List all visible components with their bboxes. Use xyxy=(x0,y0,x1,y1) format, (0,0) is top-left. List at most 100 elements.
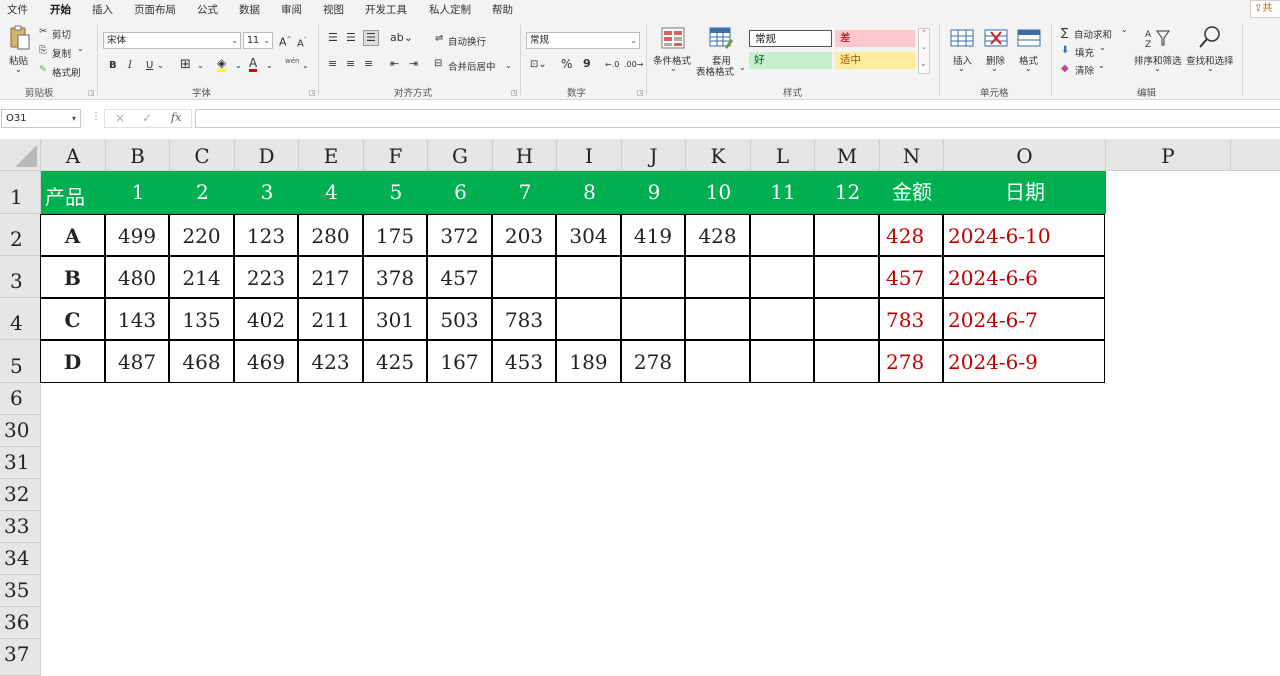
cell-f4[interactable]: 301 xyxy=(363,298,427,340)
delete-cells-icon[interactable] xyxy=(984,27,1008,49)
column-header-o[interactable]: O xyxy=(944,139,1106,171)
font-launcher-icon[interactable]: ◳ xyxy=(309,89,316,97)
header-cell-g[interactable]: 6 xyxy=(428,171,493,214)
column-header-b[interactable]: B xyxy=(106,139,170,171)
column-header-e[interactable]: E xyxy=(299,139,364,171)
cell-b4[interactable]: 143 xyxy=(105,298,169,340)
orientation-icon[interactable]: ab⌄ xyxy=(390,31,413,45)
fill-icon[interactable]: ⬇ xyxy=(1061,44,1069,58)
tab-data[interactable]: 数据 xyxy=(239,2,260,17)
row-header-36[interactable]: 36 xyxy=(0,607,41,639)
style-neutral[interactable]: 适中 xyxy=(835,52,915,69)
format-cells-icon[interactable] xyxy=(1017,27,1041,49)
cell-e4[interactable]: 211 xyxy=(298,298,363,340)
style-good[interactable]: 好 xyxy=(749,52,832,69)
font-color-icon[interactable]: A xyxy=(249,57,258,72)
autosum-button[interactable]: 自动求和 xyxy=(1074,27,1112,41)
cell-n3[interactable]: 457 xyxy=(879,256,943,298)
row-header-34[interactable]: 34 xyxy=(0,543,41,575)
column-header-n[interactable]: N xyxy=(880,139,944,171)
copy-dropdown-icon[interactable]: ⌄ xyxy=(77,44,84,53)
cell-n4[interactable]: 783 xyxy=(879,298,943,340)
header-cell-k[interactable]: 10 xyxy=(686,171,751,214)
share-button[interactable]: ⇪共 xyxy=(1250,0,1280,18)
row-header-4[interactable]: 4 xyxy=(0,298,41,340)
font-size-select[interactable]: 11 ⌄ xyxy=(243,32,273,49)
alignment-launcher-icon[interactable]: ◳ xyxy=(511,89,518,97)
cell-e5[interactable]: 423 xyxy=(298,340,363,383)
clear-button[interactable]: 清除 xyxy=(1075,63,1094,77)
increase-indent-icon[interactable]: ⇥ xyxy=(409,57,418,71)
cell-h3[interactable] xyxy=(492,256,556,298)
copy-icon[interactable]: ⎘ xyxy=(39,45,47,56)
enter-icon[interactable]: ✓ xyxy=(142,111,152,125)
fill-button[interactable]: 填充 xyxy=(1075,45,1094,59)
header-cell-l[interactable]: 11 xyxy=(751,171,815,214)
cell-d2[interactable]: 123 xyxy=(234,214,298,256)
cell-l2[interactable] xyxy=(750,214,814,256)
paste-icon[interactable] xyxy=(8,25,30,51)
tab-review[interactable]: 审阅 xyxy=(281,2,302,17)
cell-a4[interactable]: C xyxy=(40,298,105,340)
cell-m5[interactable] xyxy=(814,340,879,383)
cell-o3[interactable]: 2024-6-6 xyxy=(943,256,1105,298)
align-left-icon[interactable]: ≡ xyxy=(328,57,337,71)
tab-developer[interactable]: 开发工具 xyxy=(365,2,407,17)
chevron-down-icon[interactable]: ⌄ xyxy=(991,64,998,73)
cell-g2[interactable]: 372 xyxy=(427,214,492,256)
tab-help[interactable]: 帮助 xyxy=(492,2,513,17)
chevron-down-icon[interactable]: ⌄ xyxy=(302,59,309,73)
column-header-g[interactable]: G xyxy=(428,139,493,171)
merge-center-icon[interactable]: ⊟ xyxy=(434,57,442,71)
cell-l3[interactable] xyxy=(750,256,814,298)
autosum-icon[interactable]: ∑ xyxy=(1061,26,1068,40)
clipboard-launcher-icon[interactable]: ◳ xyxy=(88,89,95,97)
cell-c4[interactable]: 135 xyxy=(169,298,234,340)
chevron-down-icon[interactable]: ⌄ xyxy=(1025,64,1032,73)
chevron-down-icon[interactable]: ⌄ xyxy=(235,59,242,73)
style-normal[interactable]: 常规 xyxy=(749,30,832,47)
italic-button[interactable]: I xyxy=(128,59,132,73)
merge-center-button[interactable]: 合并后居中 xyxy=(448,59,496,73)
clear-icon[interactable]: ◆ xyxy=(1061,62,1069,76)
chevron-down-icon[interactable]: ⌄ xyxy=(505,59,512,73)
increase-font-icon[interactable]: A^ xyxy=(279,33,292,50)
header-cell-c[interactable]: 2 xyxy=(170,171,235,214)
chevron-down-icon[interactable]: ⌄ xyxy=(1207,64,1214,73)
chevron-down-icon[interactable]: ⌄ xyxy=(739,63,746,72)
cell-l4[interactable] xyxy=(750,298,814,340)
cell-o2[interactable]: 2024-6-10 xyxy=(943,214,1105,256)
cell-i3[interactable] xyxy=(556,256,621,298)
chevron-down-icon[interactable]: ⌄ xyxy=(197,59,204,73)
cell-e3[interactable]: 217 xyxy=(298,256,363,298)
fill-color-icon[interactable]: ◈ xyxy=(217,57,227,72)
chevron-down-icon[interactable]: ⌄ xyxy=(1098,61,1105,70)
column-header-d[interactable]: D xyxy=(235,139,299,171)
chevron-down-icon[interactable]: ⌄ xyxy=(1154,64,1161,73)
select-all-button[interactable] xyxy=(0,139,41,171)
cell-c2[interactable]: 220 xyxy=(169,214,234,256)
phonetic-icon[interactable]: wén xyxy=(285,57,299,65)
row-header-31[interactable]: 31 xyxy=(0,447,41,479)
percent-button[interactable]: % xyxy=(561,57,572,71)
row-header-32[interactable]: 32 xyxy=(0,479,41,511)
cut-icon[interactable]: ✂ xyxy=(39,26,47,37)
cell-g4[interactable]: 503 xyxy=(427,298,492,340)
cell-a5[interactable]: D xyxy=(40,340,105,383)
chevron-down-icon[interactable]: ⌄ xyxy=(1099,43,1106,52)
header-cell-h[interactable]: 7 xyxy=(493,171,557,214)
cell-j3[interactable] xyxy=(621,256,685,298)
cell-d3[interactable]: 223 xyxy=(234,256,298,298)
cell-h5[interactable]: 453 xyxy=(492,340,556,383)
cell-a2[interactable]: A xyxy=(40,214,105,256)
row-header-6[interactable]: 6 xyxy=(0,383,41,415)
name-box[interactable]: O31 ▾ xyxy=(1,109,81,128)
paste-dropdown-icon[interactable]: ⌄ xyxy=(15,65,22,74)
header-cell-f[interactable]: 5 xyxy=(364,171,428,214)
cell-k2[interactable]: 428 xyxy=(685,214,750,256)
cell-j2[interactable]: 419 xyxy=(621,214,685,256)
format-as-table-icon[interactable] xyxy=(709,27,733,49)
header-cell-d[interactable]: 3 xyxy=(235,171,299,214)
chevron-down-icon[interactable]: ⌄ xyxy=(157,59,164,73)
find-select-icon[interactable] xyxy=(1198,25,1222,49)
